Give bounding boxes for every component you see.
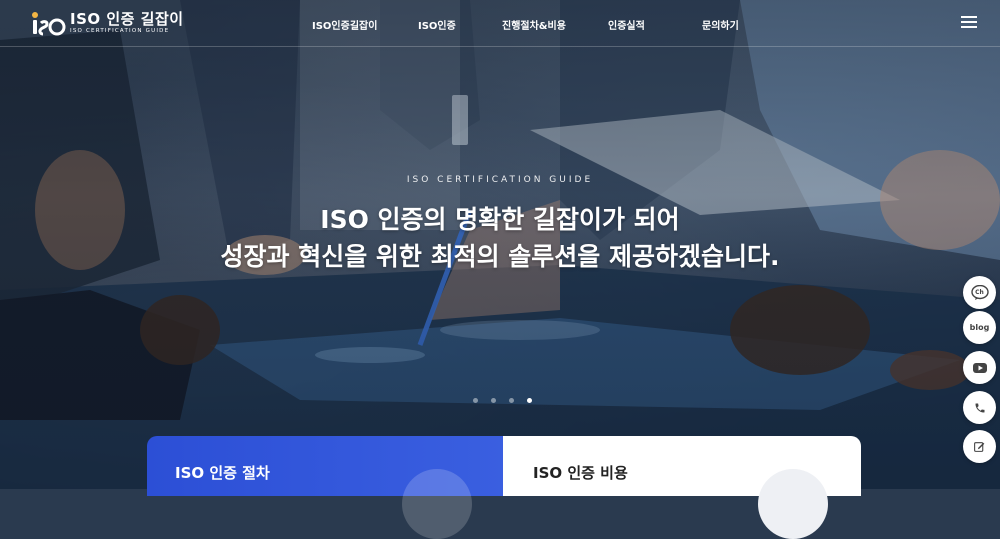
kakao-label: Ch	[975, 289, 984, 296]
phone-icon	[975, 403, 984, 412]
blog-icon: blog	[969, 323, 990, 332]
inquiry-write-button[interactable]	[963, 430, 996, 463]
slider-dot[interactable]	[491, 398, 496, 403]
site-header: ISO 인증 길잡이 ISO CERTIFICATION GUIDE ISO인증…	[0, 0, 1000, 47]
site-logo[interactable]: ISO 인증 길잡이 ISO CERTIFICATION GUIDE	[30, 9, 184, 37]
nav-item-iso-certification[interactable]: ISO인증	[418, 17, 456, 32]
card-cost-decoration	[758, 469, 828, 539]
card-iso-cost[interactable]: ISO 인증 비용	[503, 436, 861, 539]
slider-dot[interactable]	[509, 398, 514, 403]
card-title-procedure: ISO 인증 절차	[175, 464, 270, 482]
nav-item-iso-guide[interactable]: ISO인증길잡이	[312, 17, 377, 32]
card-procedure-decoration	[402, 469, 472, 539]
hero-headline-line2: 성장과 혁신을 위한 최적의 솔루션을 제공하겠습니다.	[220, 242, 780, 271]
edit-icon	[974, 442, 985, 452]
blog-button[interactable]: blog	[963, 311, 996, 344]
hero-eyebrow: ISO CERTIFICATION GUIDE	[406, 175, 594, 185]
youtube-icon	[972, 362, 987, 373]
slider-dot[interactable]	[473, 398, 478, 403]
nav-item-procedure-cost[interactable]: 진행절차&비용	[502, 17, 566, 32]
nav-item-contact[interactable]: 문의하기	[702, 17, 739, 32]
hamburger-menu-icon[interactable]	[961, 16, 977, 28]
slider-pagination	[473, 398, 545, 403]
card-iso-procedure[interactable]: ISO 인증 절차	[147, 436, 505, 539]
card-title-cost: ISO 인증 비용	[533, 464, 628, 482]
logo-subtitle: ISO CERTIFICATION GUIDE	[70, 27, 170, 34]
hero-headline-line1: ISO 인증의 명확한 길잡이가 되어	[320, 205, 680, 234]
phone-button[interactable]	[963, 391, 996, 424]
logo-title: ISO 인증 길잡이	[70, 9, 184, 28]
youtube-button[interactable]	[963, 351, 996, 384]
nav-item-records[interactable]: 인증실적	[608, 17, 645, 32]
kakao-channel-button[interactable]: Ch	[963, 276, 996, 309]
logo-mark-icon	[30, 9, 66, 37]
slider-dot-active[interactable]	[527, 398, 532, 403]
